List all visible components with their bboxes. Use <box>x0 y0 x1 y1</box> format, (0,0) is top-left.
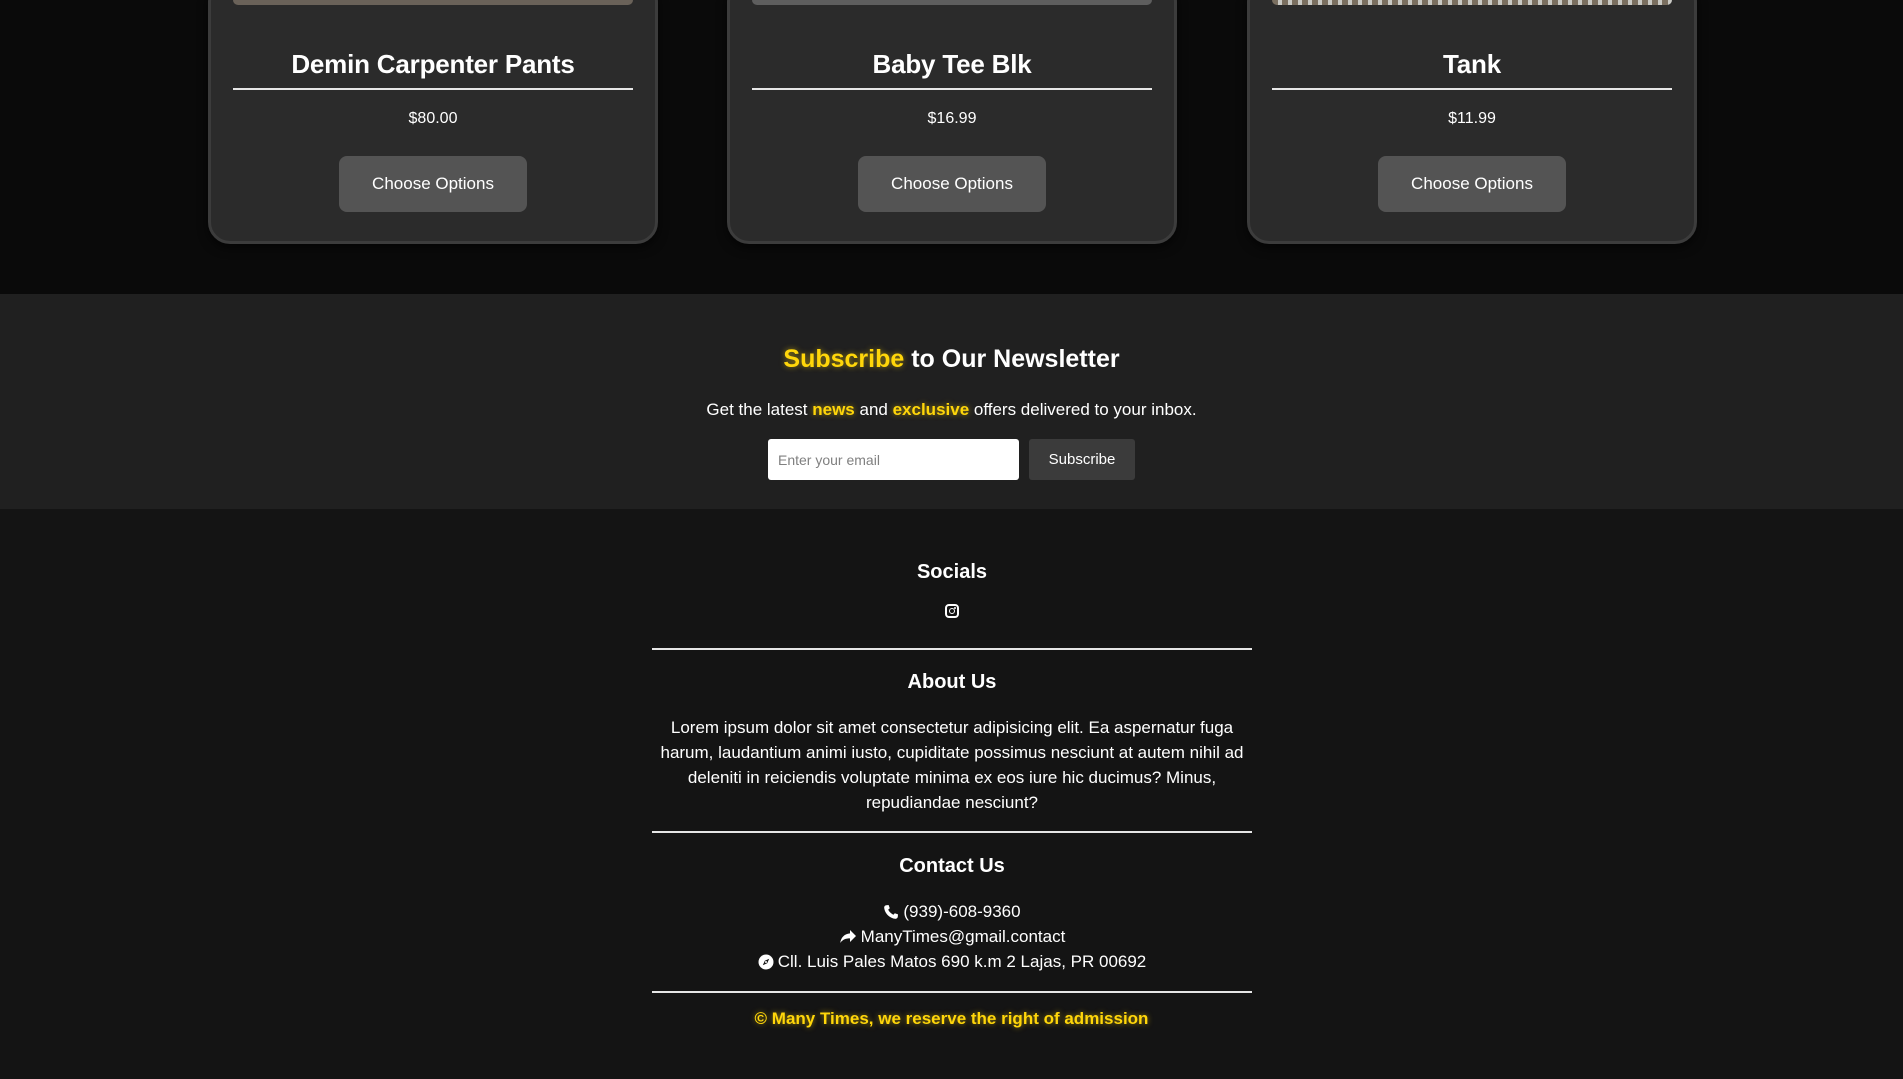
subscribe-button[interactable]: Subscribe <box>1029 439 1135 480</box>
lead-text: Get the latest <box>706 400 813 419</box>
card-divider <box>233 88 633 90</box>
social-links <box>652 604 1252 623</box>
about-block: About Us Lorem ipsum dolor sit amet cons… <box>652 671 1252 815</box>
copyright: © Many Times, we reserve the right of ad… <box>0 1009 1903 1029</box>
newsletter-lead: Get the latest news and exclusive offers… <box>0 400 1903 420</box>
newsletter-title: Subscribe to Our Newsletter <box>0 345 1903 374</box>
product-image[interactable] <box>1272 0 1672 5</box>
choose-options-button[interactable]: Choose Options <box>1378 156 1566 212</box>
product-name[interactable]: Baby Tee Blk <box>730 49 1174 80</box>
socials-block: Socials <box>652 561 1252 623</box>
product-price: $11.99 <box>1448 110 1496 127</box>
footer-divider <box>652 831 1252 833</box>
product-image[interactable] <box>752 0 1152 5</box>
contact-address: Cll. Luis Pales Matos 690 k.m 2 Lajas, P… <box>652 949 1252 974</box>
lead-highlight-news: news <box>812 400 855 419</box>
product-card: Tank $11.99 Choose Options <box>1247 0 1697 244</box>
product-price: $80.00 <box>408 110 458 127</box>
lead-highlight-exclusive: exclusive <box>892 400 970 419</box>
choose-options-button[interactable]: Choose Options <box>339 156 527 212</box>
contact-block: Contact Us (939)-608-9360 ManyTimes@gmai… <box>652 855 1252 974</box>
email-text[interactable]: ManyTimes@gmail.contact <box>861 924 1066 949</box>
contact-title: Contact Us <box>899 855 1005 877</box>
products-section: Demin Carpenter Pants $80.00 Choose Opti… <box>0 0 1903 294</box>
phone-icon <box>884 904 899 919</box>
contact-phone: (939)-608-9360 <box>652 899 1252 924</box>
address-text: Cll. Luis Pales Matos 690 k.m 2 Lajas, P… <box>777 952 1147 971</box>
newsletter-title-highlight: Subscribe <box>783 345 905 373</box>
product-price: $16.99 <box>927 110 977 127</box>
compass-icon <box>758 954 774 969</box>
product-name[interactable]: Tank <box>1250 49 1694 80</box>
newsletter-section: Subscribe to Our Newsletter Get the late… <box>0 294 1903 509</box>
footer-divider <box>652 648 1252 650</box>
footer-divider <box>652 991 1252 993</box>
newsletter-form: Subscribe <box>768 439 1135 480</box>
email-input[interactable] <box>768 439 1019 480</box>
contact-email: ManyTimes@gmail.contact <box>652 924 1252 949</box>
lead-text: and <box>854 400 893 419</box>
card-divider <box>1272 88 1672 90</box>
about-text: Lorem ipsum dolor sit amet consectetur a… <box>660 718 1244 812</box>
share-arrow-icon <box>839 929 856 943</box>
instagram-icon[interactable] <box>945 604 959 618</box>
contact-list: (939)-608-9360 ManyTimes@gmail.contact C… <box>652 899 1252 974</box>
card-divider <box>752 88 1152 90</box>
lead-text: offers delivered to your inbox. <box>969 400 1197 419</box>
about-title: About Us <box>907 671 997 693</box>
product-card: Baby Tee Blk $16.99 Choose Options <box>727 0 1177 244</box>
product-image[interactable] <box>233 0 633 5</box>
phone-text[interactable]: (939)-608-9360 <box>903 899 1020 924</box>
copyright-text: © Many Times, we reserve the right of ad… <box>754 1009 1149 1028</box>
socials-title: Socials <box>916 561 988 583</box>
newsletter-title-rest: to Our Newsletter <box>904 345 1120 373</box>
choose-options-button[interactable]: Choose Options <box>858 156 1046 212</box>
footer: Socials About Us Lorem ipsum dolor sit a… <box>0 509 1903 1079</box>
product-name[interactable]: Demin Carpenter Pants <box>211 49 655 80</box>
product-card: Demin Carpenter Pants $80.00 Choose Opti… <box>208 0 658 244</box>
